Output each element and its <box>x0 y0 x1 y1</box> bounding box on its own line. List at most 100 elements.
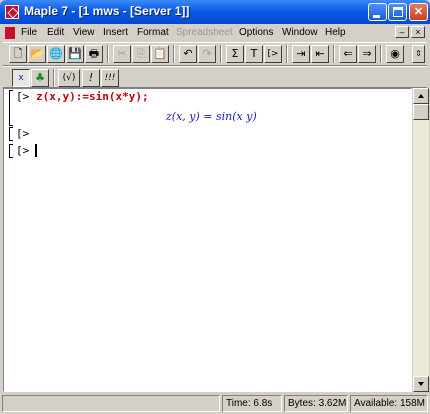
arrow-up-icon <box>418 94 424 98</box>
execute-all-icon: !!! <box>104 73 116 83</box>
maple-leaf-icon: ♣ <box>35 71 45 84</box>
toolbar-separator <box>380 45 382 63</box>
execution-group-bracket[interactable] <box>9 90 13 126</box>
arrow-forward-icon: ⇒ <box>362 47 372 60</box>
maximize-icon <box>393 7 403 17</box>
doc-close-button[interactable]: × <box>411 26 425 38</box>
open-icon: 📂 <box>30 47 44 60</box>
check-syntax-button[interactable]: (√) <box>58 69 80 87</box>
check-syntax-icon: (√) <box>62 73 76 83</box>
window-title: Maple 7 - [1 mws - [Server 1]] <box>24 4 190 18</box>
text-cursor <box>35 144 37 157</box>
print-icon: 🖶 <box>88 47 100 60</box>
maple-window: Maple 7 - [1 mws - [Server 1]] ✕ File Ed… <box>0 0 430 414</box>
vertical-scrollbar[interactable] <box>412 88 429 392</box>
undo-button[interactable]: ↶ <box>179 45 197 63</box>
paste-button[interactable]: 📋 <box>151 45 169 63</box>
open-url-icon: 🌐 <box>49 47 63 60</box>
new-document-icon: 🗋 <box>13 47 23 60</box>
menu-help[interactable]: Help <box>325 27 346 38</box>
redo-button[interactable]: ↷ <box>198 45 216 63</box>
toolbar-separator <box>53 69 55 87</box>
menu-view[interactable]: View <box>73 27 95 38</box>
status-message <box>2 395 220 412</box>
maximize-button[interactable] <box>388 3 407 21</box>
minimize-icon <box>373 15 380 18</box>
menu-format[interactable]: Format <box>137 27 169 38</box>
back-button[interactable]: ⇐ <box>339 45 357 63</box>
context-toolbar: x ♣ (√) ! !!! <box>3 66 427 88</box>
main-toolbar: 🗋 📂 🌐 💾 🖶 ✂ ⎘ 📋 ↶ ↷ Σ T [> ⇥ ⇤ ⇐ ⇒ ◉ ⇕ <box>3 42 427 66</box>
execution-group-bracket[interactable] <box>9 144 13 158</box>
status-bar: Time: 6.8s Bytes: 3.62M Available: 158M <box>0 393 430 414</box>
save-icon: 💾 <box>68 47 82 60</box>
input-prompt: [> <box>16 127 30 140</box>
new-document-button[interactable]: 🗋 <box>9 45 27 63</box>
worksheet-area[interactable]: [> z(x,y):=sin(x*y); z(x, y) = sin(x y) … <box>3 88 412 392</box>
execution-group-bracket[interactable] <box>9 127 13 141</box>
menu-options[interactable]: Options <box>239 27 273 38</box>
minimize-button[interactable] <box>368 3 387 21</box>
document-icon[interactable] <box>5 27 15 39</box>
menu-bar: File Edit View Insert Format Spreadsheet… <box>3 24 427 42</box>
menu-spreadsheet: Spreadsheet <box>176 27 233 38</box>
menu-file[interactable]: File <box>21 27 37 38</box>
scroll-up-button[interactable] <box>413 88 429 104</box>
copy-button[interactable]: ⎘ <box>132 45 150 63</box>
execute-icon: ! <box>88 71 94 84</box>
maple-input[interactable]: z(x,y):=sin(x*y); <box>36 90 149 103</box>
arrow-back-icon: ⇐ <box>343 47 353 60</box>
undo-icon: ↶ <box>183 47 193 60</box>
maple-input-icon: [> <box>267 49 279 59</box>
doc-minimize-button[interactable]: – <box>395 26 409 38</box>
open-url-button[interactable]: 🌐 <box>47 45 65 63</box>
copy-icon: ⎘ <box>136 47 146 60</box>
toolbar-separator <box>286 45 288 63</box>
insert-math-button[interactable]: Σ <box>226 45 244 63</box>
status-time: Time: 6.8s <box>222 395 282 412</box>
menu-edit[interactable]: Edit <box>47 27 64 38</box>
open-button[interactable]: 📂 <box>28 45 46 63</box>
scroll-thumb[interactable] <box>413 104 429 120</box>
indent-button[interactable]: ⇥ <box>292 45 310 63</box>
insert-maple-input-button[interactable]: [> <box>264 45 282 63</box>
stop-icon: ◉ <box>390 47 400 60</box>
paste-icon: 📋 <box>153 47 167 60</box>
maple-app-icon[interactable] <box>5 5 19 19</box>
close-button[interactable]: ✕ <box>409 3 428 21</box>
outdent-icon: ⇤ <box>315 47 325 60</box>
status-bytes: Bytes: 3.62M <box>284 395 348 412</box>
toolbar-scroll-button[interactable]: ⇕ <box>412 45 425 63</box>
execute-button[interactable]: ! <box>82 69 100 87</box>
save-button[interactable]: 💾 <box>66 45 84 63</box>
redo-icon: ↷ <box>202 47 212 60</box>
maple-output: z(x, y) = sin(x y) <box>166 110 257 123</box>
menu-insert[interactable]: Insert <box>103 27 128 38</box>
stop-button[interactable]: ◉ <box>386 45 404 63</box>
cut-icon: ✂ <box>117 47 127 60</box>
spin-arrows-icon: ⇕ <box>415 49 422 58</box>
toolbar-separator <box>173 45 175 63</box>
exec-mode-icon: x <box>18 73 24 83</box>
title-bar[interactable]: Maple 7 - [1 mws - [Server 1]] ✕ <box>0 0 430 24</box>
toolbar-separator <box>220 45 222 63</box>
toolbar-separator <box>107 45 109 63</box>
toolbar-separator <box>333 45 335 63</box>
indent-icon: ⇥ <box>296 47 306 60</box>
input-prompt: [> <box>16 144 30 157</box>
print-button[interactable]: 🖶 <box>85 45 103 63</box>
maple-leaf-button[interactable]: ♣ <box>31 69 49 87</box>
scroll-down-button[interactable] <box>413 376 429 392</box>
outdent-button[interactable]: ⇤ <box>311 45 329 63</box>
forward-button[interactable]: ⇒ <box>358 45 376 63</box>
input-prompt: [> <box>16 90 30 103</box>
text-icon: T <box>250 47 258 60</box>
exec-mode-button[interactable]: x <box>12 69 30 87</box>
arrow-down-icon <box>418 382 424 386</box>
status-available: Available: 158M <box>350 395 428 412</box>
execute-all-button[interactable]: !!! <box>101 69 119 87</box>
menu-window[interactable]: Window <box>282 27 318 38</box>
insert-text-button[interactable]: T <box>245 45 263 63</box>
sigma-icon: Σ <box>231 47 239 60</box>
cut-button[interactable]: ✂ <box>113 45 131 63</box>
